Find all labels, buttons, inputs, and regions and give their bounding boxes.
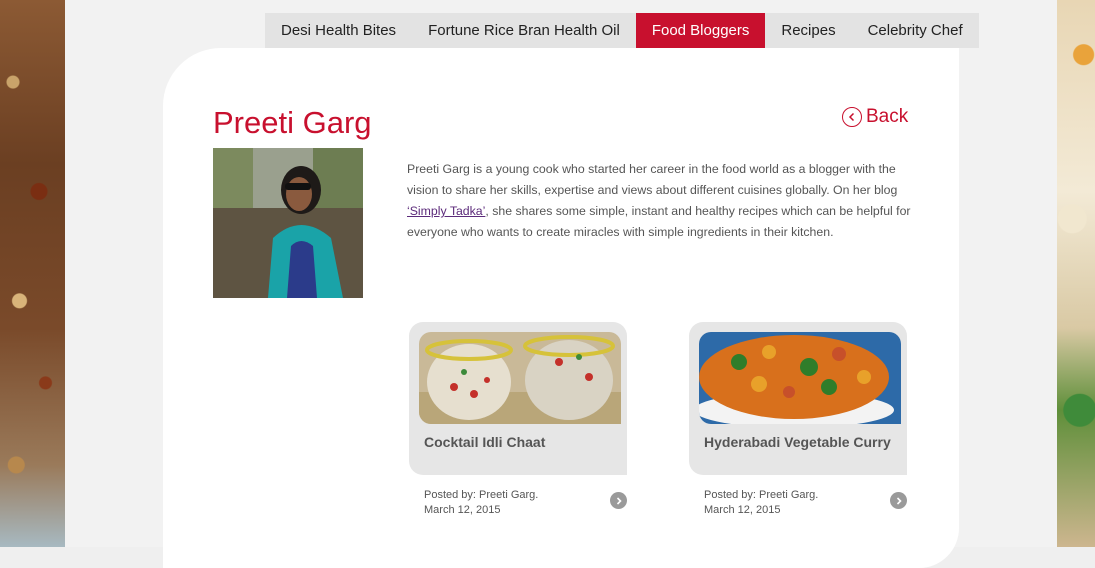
recipe-meta: Posted by: Preeti Garg. March 12, 2015 <box>704 488 818 518</box>
blogger-bio: Preeti Garg is a young cook who started … <box>407 159 915 243</box>
chevron-left-circle-icon <box>842 107 862 127</box>
recipe-title[interactable]: Hyderabadi Vegetable Curry <box>704 434 891 450</box>
recipe-date: March 12, 2015 <box>424 504 501 516</box>
nav-item-food-bloggers[interactable]: Food Bloggers <box>635 13 766 48</box>
blogger-photo <box>213 148 363 298</box>
nav-item-desi-health-bites[interactable]: Desi Health Bites <box>265 13 412 48</box>
recipe-title[interactable]: Cocktail Idli Chaat <box>424 434 545 450</box>
recipe-card[interactable]: Cocktail Idli Chaat <box>409 322 627 475</box>
recipe-card[interactable]: Hyderabadi Vegetable Curry <box>689 322 907 475</box>
back-button[interactable]: Back <box>842 106 908 128</box>
recipe-meta: Posted by: Preeti Garg. March 12, 2015 <box>424 488 538 518</box>
blogger-name-heading: Preeti Garg <box>213 105 372 140</box>
recipe-date: March 12, 2015 <box>704 504 781 516</box>
recipe-image[interactable] <box>699 332 901 424</box>
nav-item-recipes[interactable]: Recipes <box>765 13 851 48</box>
left-background-food-image <box>0 0 65 547</box>
page-container: Desi Health Bites Fortune Rice Bran Heal… <box>65 0 1057 568</box>
chevron-right-circle-icon[interactable] <box>890 492 907 509</box>
bio-text-start: Preeti Garg is a young cook who started … <box>407 162 898 197</box>
back-label: Back <box>866 106 909 127</box>
right-background-food-image <box>1057 0 1095 547</box>
recipe-author: Posted by: Preeti Garg. <box>704 489 819 501</box>
top-nav: Desi Health Bites Fortune Rice Bran Heal… <box>265 13 979 48</box>
recipe-author: Posted by: Preeti Garg. <box>424 489 539 501</box>
content-panel: Preeti Garg Back Preeti Garg is a young … <box>163 48 959 568</box>
chevron-right-circle-icon[interactable] <box>610 492 627 509</box>
blog-link[interactable]: ‘Simply Tadka’ <box>407 204 485 218</box>
nav-item-fortune-rice-bran-oil[interactable]: Fortune Rice Bran Health Oil <box>412 13 636 48</box>
recipe-image[interactable] <box>419 332 621 424</box>
nav-item-celebrity-chef[interactable]: Celebrity Chef <box>852 13 979 48</box>
